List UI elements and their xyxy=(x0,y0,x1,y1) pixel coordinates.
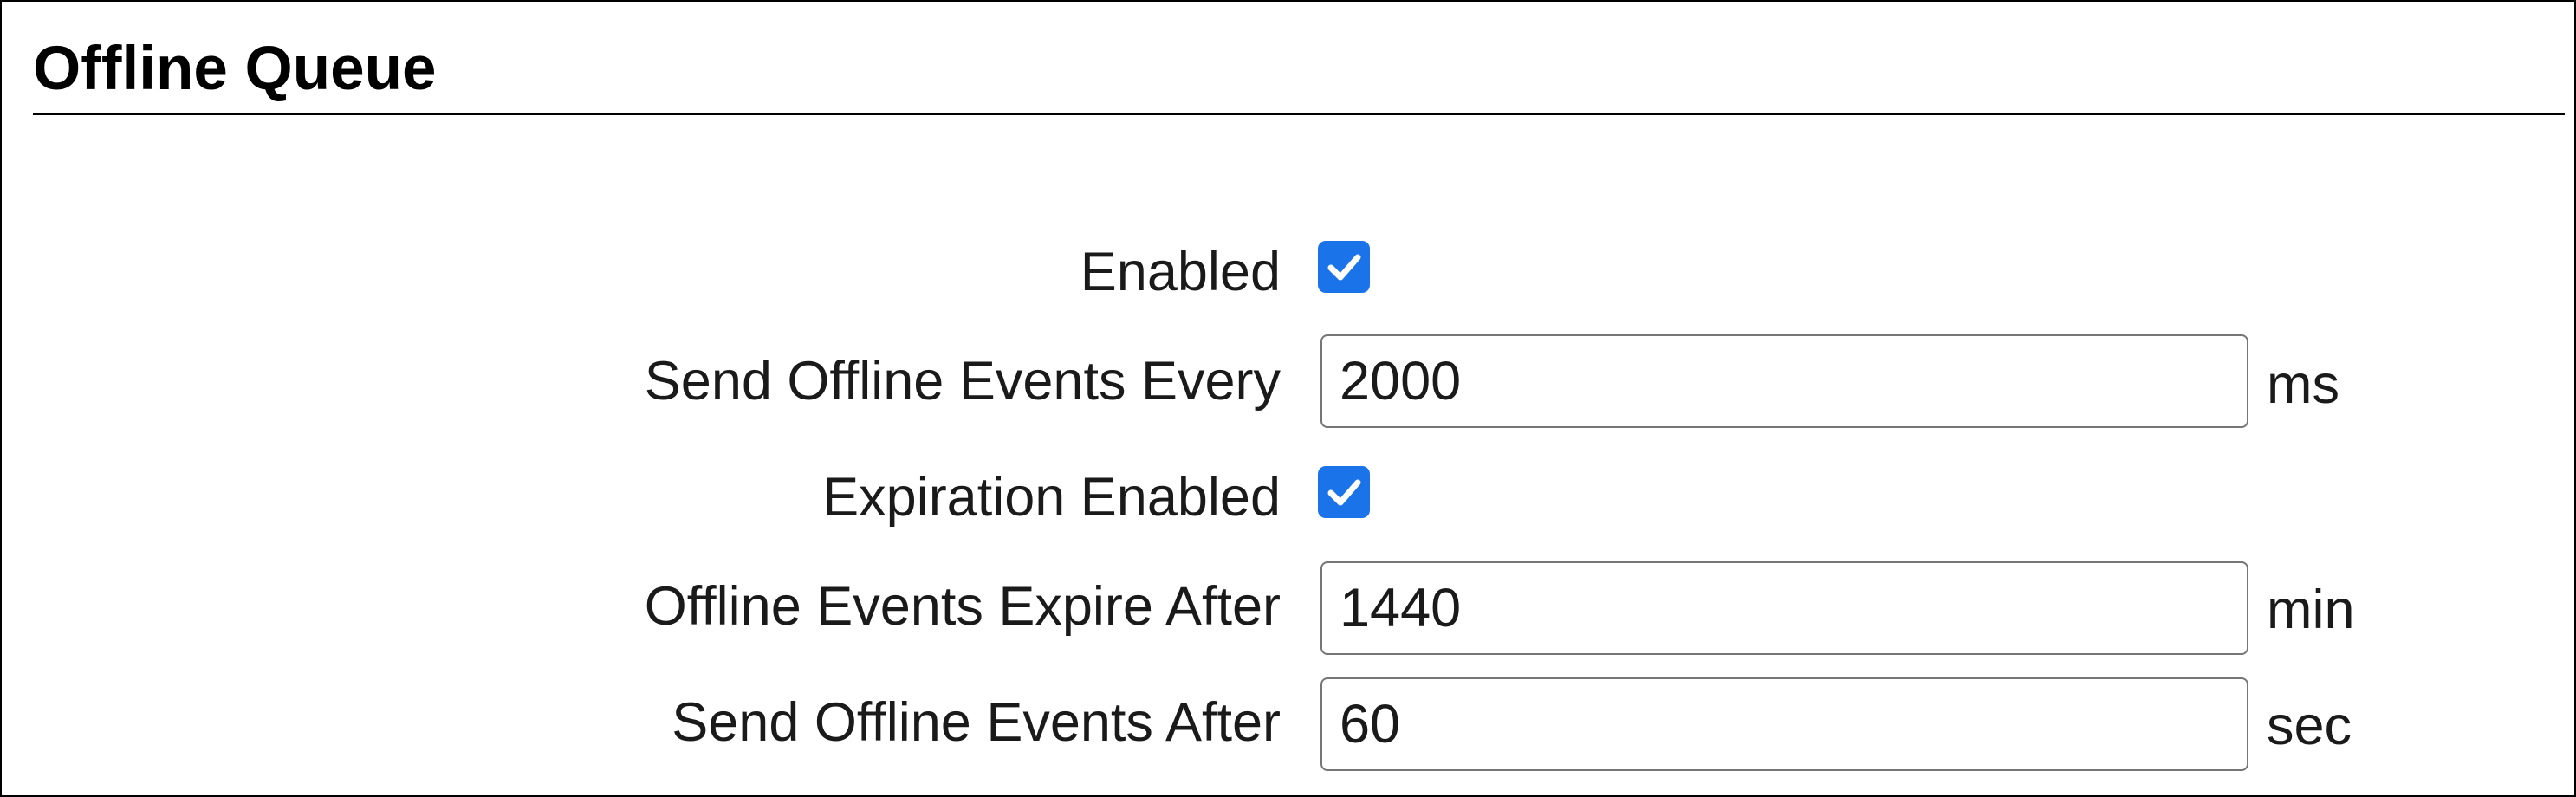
title-divider xyxy=(33,113,2565,115)
section-title: Offline Queue xyxy=(33,35,437,103)
check-icon xyxy=(1327,254,1361,281)
send-every-label: Send Offline Events Every xyxy=(644,351,1281,411)
expire-after-unit: min xyxy=(2267,580,2355,640)
expiration-enabled-label: Expiration Enabled xyxy=(822,467,1281,528)
enabled-checkbox[interactable] xyxy=(1318,241,1370,293)
send-after-unit: sec xyxy=(2267,696,2352,756)
expiration-enabled-checkbox[interactable] xyxy=(1318,466,1370,518)
offline-queue-panel: Offline Queue Enabled Send Offline Event… xyxy=(0,0,2576,797)
send-every-input[interactable] xyxy=(1320,334,2248,428)
send-after-label: Send Offline Events After xyxy=(672,692,1281,753)
expire-after-label: Offline Events Expire After xyxy=(644,576,1281,637)
send-after-input[interactable] xyxy=(1320,677,2248,771)
send-every-unit: ms xyxy=(2267,354,2339,415)
expire-after-input[interactable] xyxy=(1320,561,2248,655)
check-icon xyxy=(1327,479,1361,506)
enabled-label: Enabled xyxy=(1080,242,1281,302)
